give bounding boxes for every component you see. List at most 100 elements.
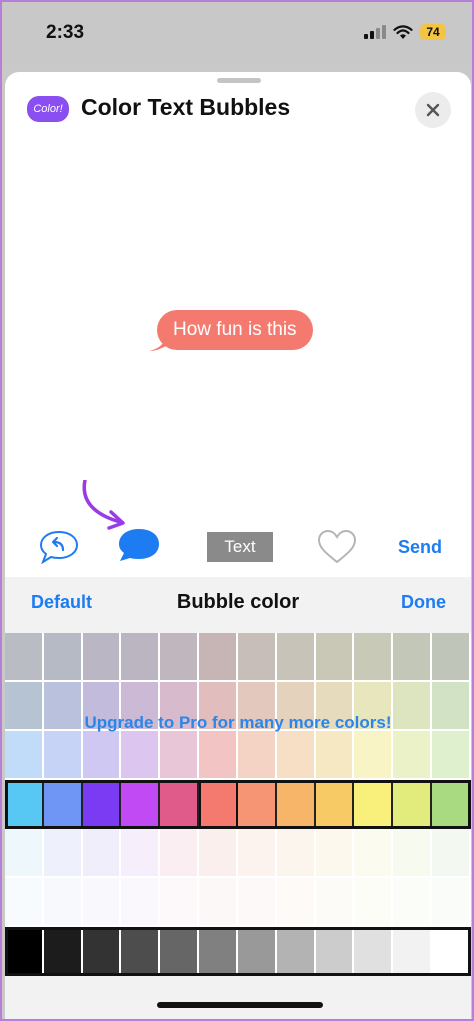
- color-swatch[interactable]: [432, 927, 471, 976]
- signal-icon: [364, 25, 386, 39]
- color-swatch[interactable]: [43, 878, 83, 927]
- color-swatch[interactable]: [354, 731, 394, 780]
- palette-row: [5, 780, 471, 829]
- color-swatch[interactable]: [237, 633, 277, 682]
- color-swatch[interactable]: [121, 878, 161, 927]
- color-swatch[interactable]: [237, 731, 277, 780]
- app-logo: Color!: [27, 96, 69, 122]
- color-swatch[interactable]: [393, 927, 433, 976]
- color-palette: [5, 633, 471, 976]
- text-color-button[interactable]: Text: [207, 532, 273, 562]
- color-swatch[interactable]: [315, 780, 355, 829]
- color-swatch[interactable]: [432, 633, 471, 682]
- color-swatch[interactable]: [121, 780, 161, 829]
- color-swatch[interactable]: [121, 633, 161, 682]
- color-swatch[interactable]: [276, 633, 316, 682]
- done-button[interactable]: Done: [401, 592, 446, 613]
- send-button[interactable]: Send: [398, 537, 442, 558]
- page-title: Color Text Bubbles: [81, 94, 291, 120]
- color-swatch[interactable]: [160, 878, 200, 927]
- status-icons: 74: [364, 24, 446, 40]
- color-swatch[interactable]: [82, 780, 122, 829]
- default-button[interactable]: Default: [31, 592, 92, 613]
- color-swatch[interactable]: [315, 878, 355, 927]
- color-swatch[interactable]: [43, 780, 83, 829]
- color-swatch[interactable]: [160, 633, 200, 682]
- color-swatch[interactable]: [199, 927, 238, 976]
- color-swatch[interactable]: [199, 633, 238, 682]
- color-swatch[interactable]: [199, 878, 238, 927]
- color-swatch[interactable]: [237, 927, 277, 976]
- panel-header: Bubble color Default Done: [5, 577, 471, 629]
- color-swatch[interactable]: [43, 927, 83, 976]
- color-swatch[interactable]: [237, 878, 277, 927]
- color-swatch[interactable]: [432, 829, 471, 878]
- color-swatch[interactable]: [276, 829, 316, 878]
- color-swatch[interactable]: [121, 829, 161, 878]
- color-swatch[interactable]: [393, 731, 433, 780]
- color-swatch[interactable]: [82, 731, 122, 780]
- heart-icon[interactable]: [317, 530, 357, 564]
- color-swatch[interactable]: [5, 731, 44, 780]
- color-swatch[interactable]: [393, 633, 433, 682]
- bubble-color-icon[interactable]: [117, 528, 163, 562]
- color-swatch[interactable]: [354, 780, 394, 829]
- home-indicator: [157, 1002, 323, 1008]
- color-swatch[interactable]: [354, 633, 394, 682]
- palette-row: [5, 927, 471, 976]
- color-swatch[interactable]: [121, 731, 161, 780]
- color-swatch[interactable]: [354, 878, 394, 927]
- color-swatch[interactable]: [160, 780, 200, 829]
- palette-row: [5, 829, 471, 878]
- color-swatch[interactable]: [43, 731, 83, 780]
- color-swatch[interactable]: [276, 878, 316, 927]
- color-swatch[interactable]: [315, 633, 355, 682]
- color-swatch[interactable]: [82, 927, 122, 976]
- color-swatch[interactable]: [315, 927, 355, 976]
- upgrade-link[interactable]: Upgrade to Pro for many more colors!: [5, 713, 471, 733]
- color-swatch[interactable]: [5, 878, 44, 927]
- palette-row: [5, 878, 471, 927]
- color-swatch[interactable]: [393, 829, 433, 878]
- battery-badge: 74: [420, 24, 446, 40]
- color-swatch[interactable]: [393, 878, 433, 927]
- status-bar: 2:33 74: [2, 2, 472, 64]
- color-swatch[interactable]: [276, 927, 316, 976]
- color-swatch[interactable]: [160, 829, 200, 878]
- color-swatch[interactable]: [432, 780, 471, 829]
- close-icon: [426, 103, 440, 117]
- color-swatch[interactable]: [393, 780, 433, 829]
- color-swatch[interactable]: [315, 731, 355, 780]
- color-swatch[interactable]: [237, 829, 277, 878]
- color-swatch[interactable]: [82, 878, 122, 927]
- color-swatch[interactable]: [160, 731, 200, 780]
- color-swatch[interactable]: [276, 731, 316, 780]
- close-button[interactable]: [415, 92, 451, 128]
- status-time: 2:33: [46, 22, 85, 43]
- color-swatch[interactable]: [199, 829, 238, 878]
- sheet-grabber[interactable]: [217, 78, 261, 83]
- color-swatch[interactable]: [199, 731, 238, 780]
- color-swatch[interactable]: [82, 829, 122, 878]
- color-swatch[interactable]: [160, 927, 200, 976]
- color-swatch[interactable]: [354, 829, 394, 878]
- color-swatch[interactable]: [121, 927, 161, 976]
- color-swatch[interactable]: [82, 633, 122, 682]
- color-swatch[interactable]: [43, 829, 83, 878]
- color-swatch[interactable]: [5, 633, 44, 682]
- color-swatch[interactable]: [43, 633, 83, 682]
- reply-icon[interactable]: [39, 530, 79, 564]
- color-swatch[interactable]: [354, 927, 394, 976]
- palette-row: [5, 633, 471, 682]
- color-swatch[interactable]: [237, 780, 277, 829]
- color-swatch[interactable]: [276, 780, 316, 829]
- palette-row: [5, 731, 471, 780]
- color-panel: Bubble color Default Done Upgrade to Pro…: [5, 577, 471, 1019]
- color-swatch[interactable]: [5, 780, 44, 829]
- color-swatch[interactable]: [315, 829, 355, 878]
- color-swatch[interactable]: [432, 878, 471, 927]
- color-swatch[interactable]: [5, 927, 44, 976]
- color-swatch[interactable]: [199, 780, 238, 829]
- color-swatch[interactable]: [432, 731, 471, 780]
- color-swatch[interactable]: [5, 829, 44, 878]
